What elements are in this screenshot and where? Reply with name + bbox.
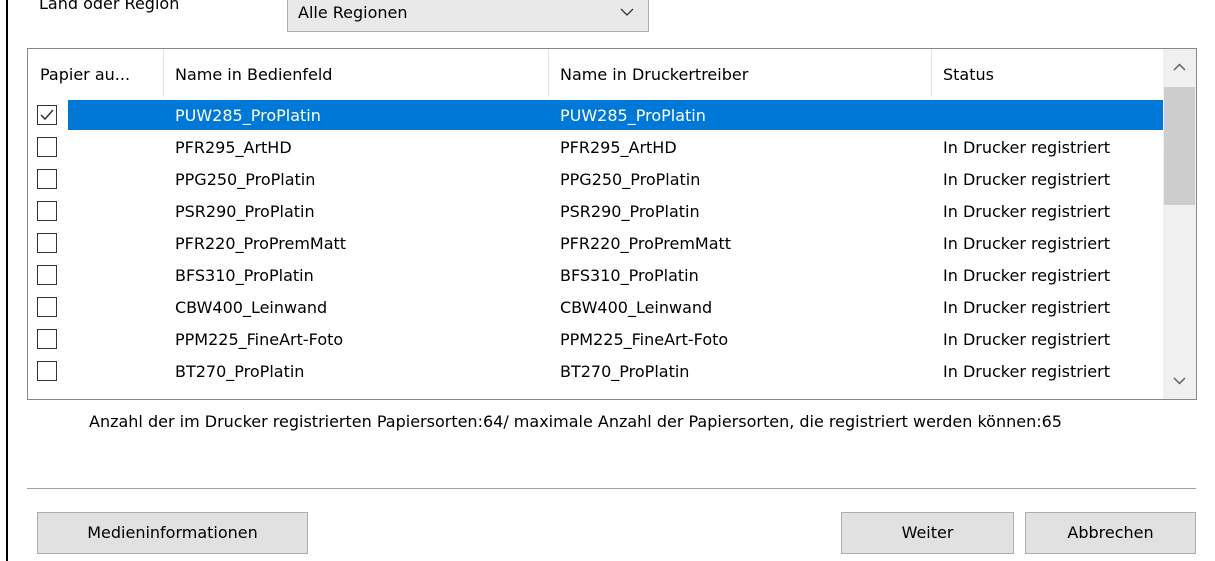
registered-paper-count: Anzahl der im Drucker registrierten Papi…	[89, 412, 1062, 431]
driver-name-cell: PPG250_ProPlatin	[560, 170, 701, 189]
status-cell: In Drucker registriert	[943, 266, 1110, 285]
table-row[interactable]: PPG250_ProPlatin PPG250_ProPlatin In Druck…	[28, 163, 1163, 195]
table-row[interactable]: PPM225_FineArt-Foto PPM225_FineArt-Foto In…	[28, 323, 1163, 355]
scroll-up-arrow-icon[interactable]	[1163, 49, 1196, 85]
driver-name-cell: PFR220_ProPremMatt	[560, 234, 732, 253]
panel-name-cell: PFR295_ArtHD	[175, 138, 292, 157]
paper-checkbox[interactable]	[37, 329, 57, 349]
table-row[interactable]: BFS310_ProPlatin BFS310_ProPlatin In Druck…	[28, 259, 1163, 291]
status-cell: In Drucker registriert	[943, 170, 1110, 189]
column-header-panel-name[interactable]: Name in Bedienfeld	[163, 49, 548, 97]
driver-name-cell: PPM225_FineArt-Foto	[560, 330, 729, 349]
region-select-value: Alle Regionen	[298, 3, 408, 22]
table-row[interactable]: CBW400_Leinwand CBW400_Leinwand In Drucker…	[28, 291, 1163, 323]
column-header-paper[interactable]: Papier au...	[28, 49, 163, 97]
region-label: Land oder Region	[39, 0, 180, 13]
status-cell: In Drucker registriert	[943, 138, 1110, 157]
media-info-button[interactable]: Medieninformationen	[37, 512, 308, 554]
panel-name-cell: PPG250_ProPlatin	[175, 170, 316, 189]
paper-checkbox[interactable]	[37, 105, 57, 125]
window-left-border	[6, 0, 8, 561]
scrollbar-thumb[interactable]	[1164, 87, 1195, 205]
paper-checkbox[interactable]	[37, 233, 57, 253]
paper-checkbox[interactable]	[37, 361, 57, 381]
panel-name-cell: BFS310_ProPlatin	[175, 266, 314, 285]
panel-name-cell: CBW400_Leinwand	[175, 298, 328, 317]
chevron-down-icon	[620, 8, 634, 16]
paper-checkbox[interactable]	[37, 137, 57, 157]
paper-checkbox[interactable]	[37, 297, 57, 317]
status-cell: In Drucker registriert	[943, 234, 1110, 253]
scroll-down-arrow-icon[interactable]	[1163, 363, 1196, 399]
table-row[interactable]: PUW285_ProPlatin PUW285_ProPlatin	[28, 99, 1163, 131]
status-cell: In Drucker registriert	[943, 202, 1110, 221]
region-select[interactable]: Alle Regionen	[287, 0, 649, 32]
next-button[interactable]: Weiter	[841, 512, 1014, 554]
driver-name-cell: PSR290_ProPlatin	[560, 202, 700, 221]
panel-name-cell: PUW285_ProPlatin	[175, 106, 321, 125]
status-cell: In Drucker registriert	[943, 362, 1110, 381]
paper-checkbox[interactable]	[37, 265, 57, 285]
table-row[interactable]: PFR295_ArtHD PFR295_ArtHD In Drucker regis…	[28, 131, 1163, 163]
driver-name-cell: BFS310_ProPlatin	[560, 266, 699, 285]
panel-name-cell: PPM225_FineArt-Foto	[175, 330, 344, 349]
panel-name-cell: BT270_ProPlatin	[175, 362, 305, 381]
vertical-scrollbar[interactable]	[1163, 49, 1196, 399]
column-header-status[interactable]: Status	[931, 49, 1163, 97]
paper-list[interactable]: Papier au... Name in Bedienfeld Name in …	[27, 48, 1197, 400]
status-cell: In Drucker registriert	[943, 330, 1110, 349]
panel-name-cell: PFR220_ProPremMatt	[175, 234, 347, 253]
driver-name-cell: BT270_ProPlatin	[560, 362, 690, 381]
driver-name-cell: CBW400_Leinwand	[560, 298, 713, 317]
list-header: Papier au... Name in Bedienfeld Name in …	[28, 49, 1163, 97]
cancel-button[interactable]: Abbrechen	[1025, 512, 1196, 554]
driver-name-cell: PFR295_ArtHD	[560, 138, 677, 157]
paper-checkbox[interactable]	[37, 169, 57, 189]
panel-name-cell: PSR290_ProPlatin	[175, 202, 315, 221]
table-row[interactable]: BT270_ProPlatin BT270_ProPlatin In Drucker…	[28, 355, 1163, 387]
driver-name-cell: PUW285_ProPlatin	[560, 106, 706, 125]
table-row[interactable]: PFR220_ProPremMatt PFR220_ProPremMatt In D…	[28, 227, 1163, 259]
divider	[27, 488, 1196, 489]
status-cell: In Drucker registriert	[943, 298, 1110, 317]
table-row[interactable]: PSR290_ProPlatin PSR290_ProPlatin In Druck…	[28, 195, 1163, 227]
column-header-driver-name[interactable]: Name in Druckertreiber	[548, 49, 931, 97]
checkmark-icon	[40, 109, 54, 121]
paper-checkbox[interactable]	[37, 201, 57, 221]
